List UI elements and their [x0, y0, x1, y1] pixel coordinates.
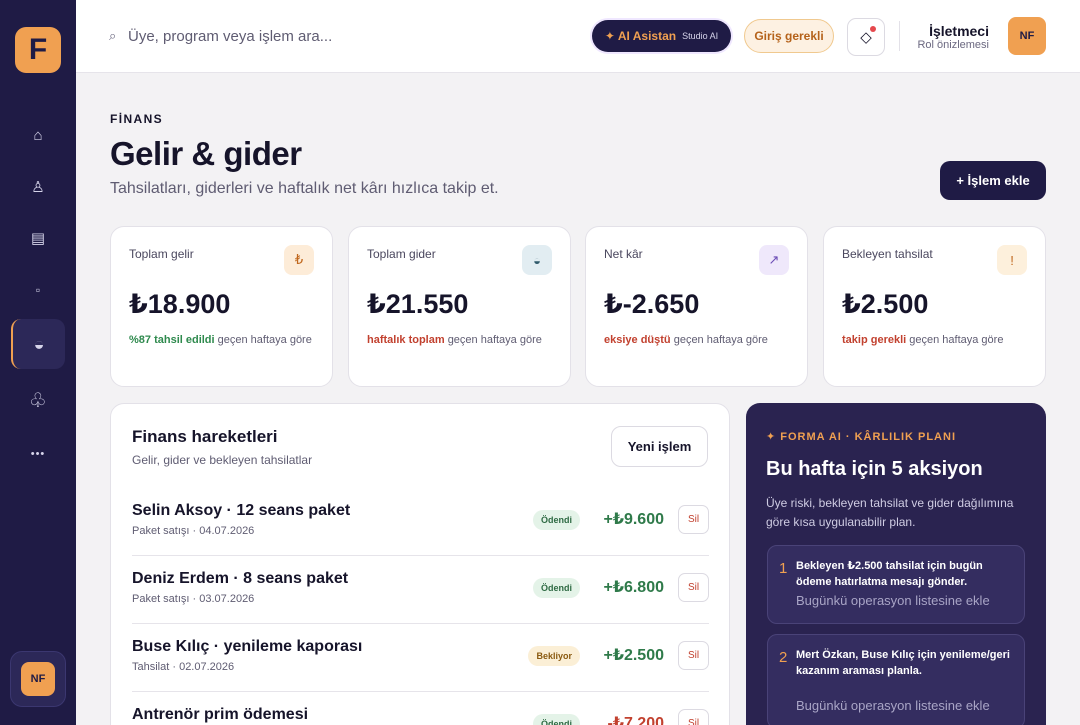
- search-icon: ⌕: [109, 28, 117, 43]
- spa-icon[interactable]: ♧: [11, 375, 65, 425]
- stat-label: Bekleyen tahsilat: [842, 247, 933, 261]
- stat-value: ₺21.550: [367, 289, 469, 319]
- status-badge: Ödendi: [533, 578, 580, 598]
- action-sub: Bugünkü operasyon listesine ekle: [796, 593, 990, 608]
- transactions-subtitle: Gelir, gider ve bekleyen tahsilatlar: [132, 453, 313, 467]
- delete-button[interactable]: Sil: [678, 573, 709, 602]
- status-badge: Ödendi: [533, 510, 580, 530]
- page-subtitle: Tahsilatları, giderleri ve haftalık net …: [110, 180, 499, 197]
- stat-label: Net kâr: [604, 247, 643, 261]
- new-transaction-button[interactable]: Yeni işlem: [611, 426, 708, 467]
- ai-plan-description: Üye riski, bekleyen tahsilat ve gider da…: [766, 496, 1014, 529]
- stat-highlight: eksiye düştü: [604, 334, 671, 346]
- add-transaction-button[interactable]: + İşlem ekle: [940, 161, 1046, 200]
- stat-highlight: haftalık toplam: [367, 334, 445, 346]
- status-badge: Bekliyor: [528, 646, 580, 666]
- divider: [899, 21, 900, 51]
- search-input[interactable]: [128, 24, 528, 48]
- delete-button[interactable]: Sil: [678, 641, 709, 670]
- alert-icon: !: [997, 245, 1027, 275]
- notification-button[interactable]: ◇: [847, 18, 885, 56]
- ai-plan-card: ✦ FORMA AI · KÂRLILIK PLANI Bu hafta içi…: [746, 403, 1046, 725]
- ai-plan-title: Bu hafta için 5 aksiyon: [766, 458, 983, 480]
- transaction-amount: +₺2.500: [603, 647, 664, 664]
- ai-assistant-label: ✦ AI Asistan: [604, 29, 677, 43]
- ai-assistant-sub: Studio AI: [682, 31, 719, 41]
- action-number: 1: [779, 560, 788, 577]
- user-avatar[interactable]: NF: [1008, 17, 1046, 55]
- login-required-button[interactable]: Giriş gerekli: [744, 19, 834, 53]
- transaction-name: Buse Kılıç · yenileme kaporası: [132, 638, 363, 655]
- avatar: NF: [21, 662, 55, 696]
- transaction-meta: Paket satışı · 04.07.2026: [132, 525, 255, 537]
- transaction-meta: Tahsilat · 02.07.2026: [132, 661, 235, 673]
- transactions-card: Finans hareketleri Gelir, gider ve bekle…: [110, 403, 730, 725]
- transaction-name: Selin Aksoy · 12 seans paket: [132, 502, 351, 519]
- section-eyebrow: FİNANS: [110, 112, 164, 126]
- topbar: ⌕ ✦ AI Asistan Studio AI Giriş gerekli ◇…: [76, 0, 1080, 73]
- transaction-amount: -₺7.200: [607, 715, 665, 725]
- table-row[interactable]: Deniz Erdem · 8 seans paket Paket satışı…: [132, 556, 709, 624]
- trend-up-icon: ↗: [759, 245, 789, 275]
- action-text: Mert Özkan, Buse Kılıç için yenileme/ger…: [796, 649, 1010, 677]
- table-row[interactable]: Antrenör prim ödemesi Ödendi -₺7.200 Sil: [132, 692, 709, 725]
- stat-highlight: %87 tahsil edildi: [129, 334, 215, 346]
- stat-card-expense: Toplam gider ◒ ₺21.550 haftalık toplam g…: [348, 226, 571, 387]
- action-item[interactable]: 1 Bekleyen ₺2.500 tahsilat için bugün öd…: [767, 545, 1025, 624]
- delete-button[interactable]: Sil: [678, 709, 709, 725]
- finance-icon[interactable]: ◒: [11, 319, 65, 369]
- transaction-name: Deniz Erdem · 8 seans paket: [132, 570, 349, 587]
- stat-note-text: geçen haftaya göre: [217, 334, 312, 346]
- stat-note-text: geçen haftaya göre: [673, 334, 768, 346]
- table-row[interactable]: Buse Kılıç · yenileme kaporası Tahsilat …: [132, 624, 709, 692]
- user-role: Rol önizlemesi: [917, 39, 989, 51]
- stat-value: ₺-2.650: [604, 289, 700, 319]
- app-logo[interactable]: F: [15, 27, 61, 73]
- packages-icon[interactable]: ▫: [11, 265, 65, 315]
- sidebar: F ⌂ ♙ ▤ ▫ ◒ ♧ ••• NF: [0, 0, 76, 725]
- table-row[interactable]: Selin Aksoy · 12 seans paket Paket satış…: [132, 488, 709, 556]
- delete-button[interactable]: Sil: [678, 505, 709, 534]
- users-icon[interactable]: ♙: [11, 162, 65, 212]
- stat-card-income: Toplam gelir ₺ ₺18.900 %87 tahsil edildi…: [110, 226, 333, 387]
- action-text: Bekleyen ₺2.500 tahsilat için bugün ödem…: [796, 560, 983, 588]
- transactions-title: Finans hareketleri: [132, 427, 278, 446]
- user-name: İşletmeci: [929, 23, 989, 39]
- stat-value: ₺18.900: [129, 289, 231, 319]
- stat-note-text: geçen haftaya göre: [909, 334, 1004, 346]
- stat-note: haftalık toplam geçen haftaya göre: [367, 330, 552, 350]
- ai-assistant-button[interactable]: ✦ AI Asistan Studio AI: [592, 20, 731, 52]
- page-title: Gelir & gider: [110, 135, 302, 172]
- home-icon[interactable]: ⌂: [11, 110, 65, 160]
- action-number: 2: [779, 649, 788, 666]
- stat-card-net-profit: Net kâr ↗ ₺-2.650 eksiye düştü geçen haf…: [585, 226, 808, 387]
- stat-highlight: takip gerekli: [842, 334, 907, 346]
- stat-note: takip gerekli geçen haftaya göre: [842, 330, 1027, 350]
- calendar-icon[interactable]: ▤: [11, 213, 65, 263]
- expense-icon: ◒: [522, 245, 552, 275]
- transaction-amount: +₺9.600: [603, 511, 664, 528]
- stat-value: ₺2.500: [842, 289, 929, 319]
- action-item[interactable]: 2 Mert Özkan, Buse Kılıç için yenileme/g…: [767, 634, 1025, 725]
- lira-icon: ₺: [284, 245, 314, 275]
- more-icon[interactable]: •••: [11, 429, 65, 479]
- stat-note: eksiye düştü geçen haftaya göre: [604, 330, 789, 350]
- ai-plan-eyebrow: ✦ FORMA AI · KÂRLILIK PLANI: [766, 431, 956, 443]
- transaction-name: Antrenör prim ödemesi: [132, 706, 309, 723]
- stat-card-pending: Bekleyen tahsilat ! ₺2.500 takip gerekli…: [823, 226, 1046, 387]
- stat-label: Toplam gider: [367, 247, 436, 261]
- status-badge: Ödendi: [533, 714, 580, 725]
- action-sub: Bugünkü operasyon listesine ekle: [796, 698, 990, 713]
- stat-label: Toplam gelir: [129, 247, 194, 261]
- notification-dot: [870, 26, 876, 32]
- transaction-amount: +₺6.800: [603, 579, 664, 596]
- stat-note: %87 tahsil edildi geçen haftaya göre: [129, 330, 314, 350]
- transaction-meta: Paket satışı · 03.07.2026: [132, 593, 255, 605]
- stat-note-text: geçen haftaya göre: [447, 334, 542, 346]
- sidebar-profile[interactable]: NF: [10, 651, 66, 707]
